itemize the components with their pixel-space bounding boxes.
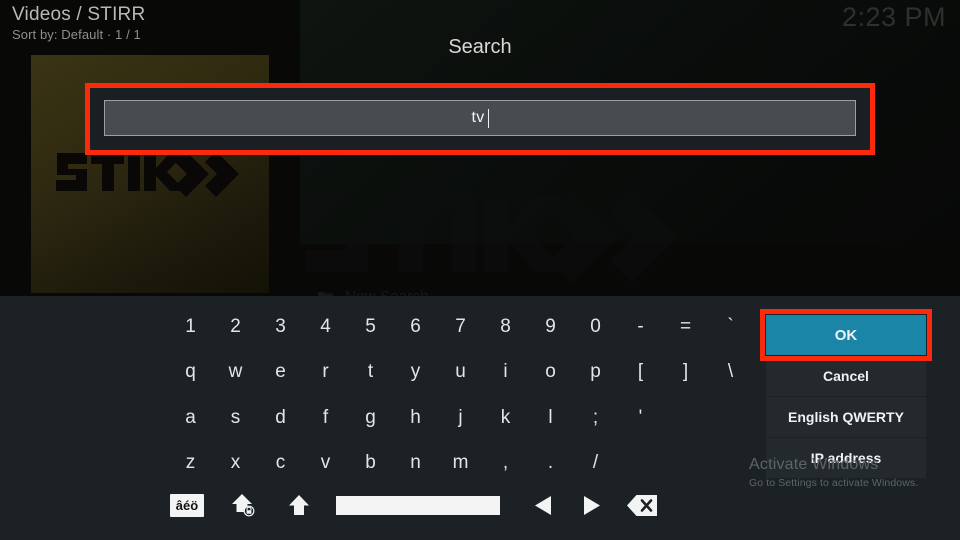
key-3[interactable]: 3 xyxy=(258,310,303,344)
key-slash[interactable]: / xyxy=(573,446,618,480)
key-w[interactable]: w xyxy=(213,355,258,389)
arrow-right-icon[interactable] xyxy=(572,492,610,518)
key-backtick[interactable]: ` xyxy=(708,310,753,344)
caps-lock-icon[interactable] xyxy=(226,492,260,518)
key-apostrophe[interactable]: ' xyxy=(618,401,663,435)
stirr-logo-watermark xyxy=(306,191,678,283)
key-p[interactable]: p xyxy=(573,355,618,389)
keyboard-row-home: a s d f g h j k l ; ' xyxy=(168,401,663,435)
key-9[interactable]: 9 xyxy=(528,310,573,344)
key-comma[interactable]: , xyxy=(483,446,528,480)
key-x[interactable]: x xyxy=(213,446,258,480)
keyboard-layout-button[interactable]: English QWERTY xyxy=(766,397,926,437)
key-g[interactable]: g xyxy=(348,401,393,435)
clock: 2:23 PM xyxy=(841,2,946,32)
keyboard-row-bottom: z x c v b n m , . / xyxy=(168,446,618,480)
page-title: Videos / STIRR xyxy=(12,4,146,25)
key-r[interactable]: r xyxy=(303,355,348,389)
accent-characters-key[interactable]: âéö xyxy=(170,493,204,517)
search-input-value: tv xyxy=(471,108,489,128)
key-f[interactable]: f xyxy=(303,401,348,435)
key-0[interactable]: 0 xyxy=(573,310,618,344)
key-j[interactable]: j xyxy=(438,401,483,435)
ok-button[interactable]: OK xyxy=(766,315,926,355)
key-d[interactable]: d xyxy=(258,401,303,435)
key-h[interactable]: h xyxy=(393,401,438,435)
key-v[interactable]: v xyxy=(303,446,348,480)
key-bracket-right[interactable]: ] xyxy=(663,355,708,389)
stirr-poster-logo xyxy=(56,151,239,197)
key-minus[interactable]: - xyxy=(618,310,663,344)
text-caret xyxy=(487,108,489,128)
key-n[interactable]: n xyxy=(393,446,438,480)
key-period[interactable]: . xyxy=(528,446,573,480)
key-7[interactable]: 7 xyxy=(438,310,483,344)
key-1[interactable]: 1 xyxy=(168,310,213,344)
dialog-title: Search xyxy=(448,36,512,58)
key-semicolon[interactable]: ; xyxy=(573,401,618,435)
key-5[interactable]: 5 xyxy=(348,310,393,344)
key-z[interactable]: z xyxy=(168,446,213,480)
key-q[interactable]: q xyxy=(168,355,213,389)
key-2[interactable]: 2 xyxy=(213,310,258,344)
key-8[interactable]: 8 xyxy=(483,310,528,344)
ip-address-button[interactable]: IP address xyxy=(766,438,926,478)
key-a[interactable]: a xyxy=(168,401,213,435)
arrow-left-icon[interactable] xyxy=(524,492,562,518)
key-e[interactable]: e xyxy=(258,355,303,389)
key-equals[interactable]: = xyxy=(663,310,708,344)
cancel-button[interactable]: Cancel xyxy=(766,356,926,396)
backspace-icon[interactable] xyxy=(620,492,664,518)
key-t[interactable]: t xyxy=(348,355,393,389)
key-s[interactable]: s xyxy=(213,401,258,435)
key-l[interactable]: l xyxy=(528,401,573,435)
key-6[interactable]: 6 xyxy=(393,310,438,344)
key-o[interactable]: o xyxy=(528,355,573,389)
key-m[interactable]: m xyxy=(438,446,483,480)
search-input-text: tv xyxy=(471,109,485,126)
space-key[interactable] xyxy=(336,495,500,515)
dialog-action-buttons: OK Cancel English QWERTY IP address xyxy=(766,315,926,479)
key-bracket-left[interactable]: [ xyxy=(618,355,663,389)
key-u[interactable]: u xyxy=(438,355,483,389)
key-b[interactable]: b xyxy=(348,446,393,480)
keyboard-function-row: âéö xyxy=(170,492,664,518)
keyboard-row-numbers: 1 2 3 4 5 6 7 8 9 0 - = ` xyxy=(168,310,753,344)
key-i[interactable]: i xyxy=(483,355,528,389)
key-4[interactable]: 4 xyxy=(303,310,348,344)
key-backslash[interactable]: \ xyxy=(708,355,753,389)
key-y[interactable]: y xyxy=(393,355,438,389)
key-k[interactable]: k xyxy=(483,401,528,435)
keyboard-row-qwerty: q w e r t y u i o p [ ] \ xyxy=(168,355,753,389)
search-input[interactable]: tv xyxy=(104,100,856,136)
shift-icon[interactable] xyxy=(282,492,316,518)
key-c[interactable]: c xyxy=(258,446,303,480)
